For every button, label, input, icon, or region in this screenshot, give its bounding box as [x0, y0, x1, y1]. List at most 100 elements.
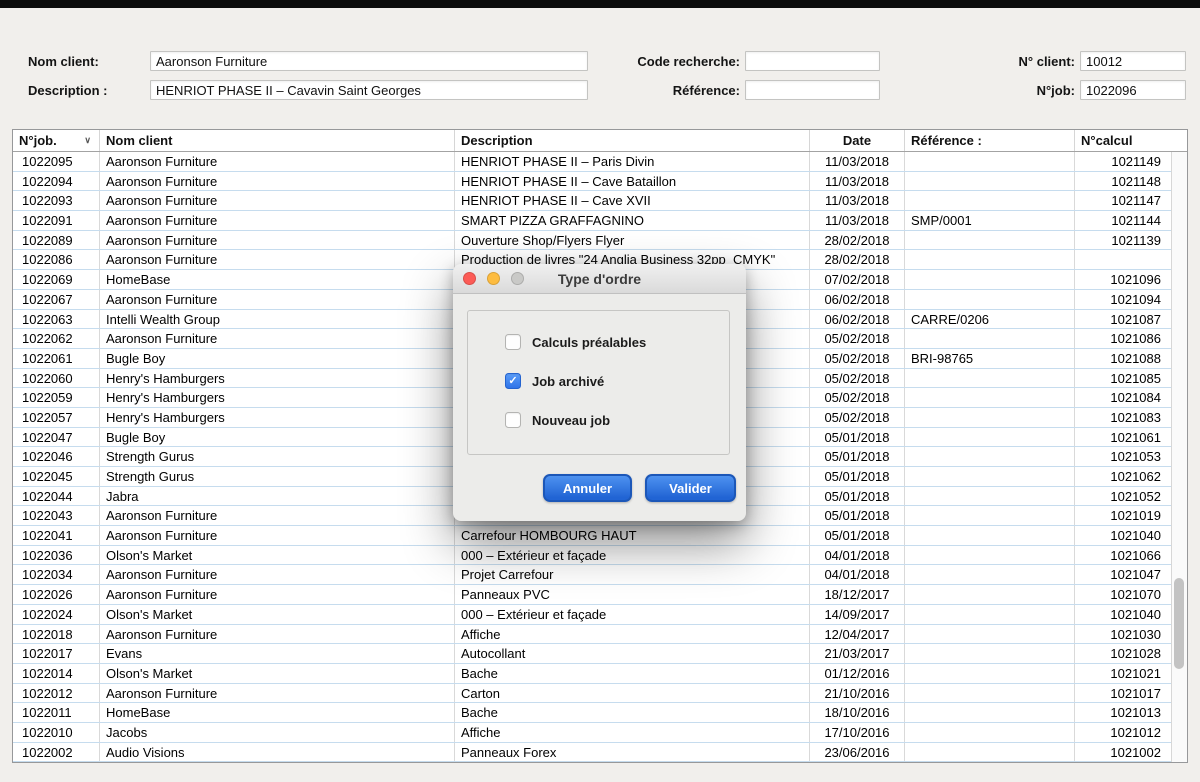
table-row[interactable]: 1022010JacobsAffiche17/10/20161021012 [13, 723, 1171, 743]
header-nom-client[interactable]: Nom client [100, 130, 455, 151]
reference-input[interactable] [745, 80, 880, 100]
header-description[interactable]: Description [455, 130, 810, 151]
header-calcul[interactable]: N°calcul [1075, 130, 1187, 151]
cell-description: 000 – Extérieur et façade [455, 605, 810, 624]
cell-client: HomeBase [100, 270, 455, 289]
cell-description: Ouverture Shop/Flyers Flyer [455, 231, 810, 250]
cell-date: 21/10/2016 [810, 684, 905, 703]
vertical-scrollbar[interactable] [1171, 152, 1187, 762]
table-row[interactable]: 1022089Aaronson FurnitureOuverture Shop/… [13, 231, 1171, 251]
cell-client: Aaronson Furniture [100, 231, 455, 250]
cell-calcul: 1021066 [1075, 546, 1171, 565]
table-row[interactable]: 1022024Olson's Market000 – Extérieur et … [13, 605, 1171, 625]
table-row[interactable]: 1022093Aaronson FurnitureHENRIOT PHASE I… [13, 191, 1171, 211]
cell-calcul: 1021088 [1075, 349, 1171, 368]
cell-reference: BRI-98765 [905, 349, 1075, 368]
cell-reference: CARRE/0206 [905, 310, 1075, 329]
cell-job: 1022062 [13, 329, 100, 348]
cell-calcul: 1021094 [1075, 290, 1171, 309]
cell-date: 05/02/2018 [810, 329, 905, 348]
cell-job: 1022045 [13, 467, 100, 486]
cell-job: 1022002 [13, 743, 100, 762]
cell-date: 07/02/2018 [810, 270, 905, 289]
type-ordre-dialog: Type d'ordre ✓ Calculs préalables ✓ Job … [453, 264, 746, 521]
table-row[interactable]: 1022018Aaronson FurnitureAffiche12/04/20… [13, 625, 1171, 645]
cell-client: Bugle Boy [100, 428, 455, 447]
table-row[interactable]: 1022091Aaronson FurnitureSMART PIZZA GRA… [13, 211, 1171, 231]
cell-calcul: 1021040 [1075, 605, 1171, 624]
cell-reference [905, 191, 1075, 210]
table-row[interactable]: 1022017EvansAutocollant21/03/20171021028 [13, 644, 1171, 664]
table-row[interactable]: 1022041Aaronson FurnitureCarrefour HOMBO… [13, 526, 1171, 546]
cell-date: 11/03/2018 [810, 191, 905, 210]
cell-date: 18/10/2016 [810, 703, 905, 722]
cell-client: Strength Gurus [100, 447, 455, 466]
cell-reference [905, 723, 1075, 742]
checkbox-icon[interactable]: ✓ [505, 334, 521, 350]
cell-calcul: 1021149 [1075, 152, 1171, 171]
checkbox-calculs-prealables[interactable]: ✓ Calculs préalables [505, 333, 646, 351]
cell-reference [905, 447, 1075, 466]
table-row[interactable]: 1022034Aaronson FurnitureProjet Carrefou… [13, 565, 1171, 585]
cell-client: Olson's Market [100, 546, 455, 565]
checkbox-checked-icon[interactable]: ✓ [505, 373, 521, 389]
cell-calcul: 1021040 [1075, 526, 1171, 545]
cell-reference [905, 172, 1075, 191]
cell-reference [905, 605, 1075, 624]
table-row[interactable]: 1022002Audio VisionsPanneaux Forex23/06/… [13, 743, 1171, 762]
chevron-down-icon[interactable]: ∨ [84, 130, 91, 151]
cell-reference [905, 388, 1075, 407]
cell-reference [905, 664, 1075, 683]
cell-client: Aaronson Furniture [100, 172, 455, 191]
code-recherche-input[interactable] [745, 51, 880, 71]
valider-button[interactable]: Valider [645, 474, 736, 502]
scrollbar-thumb[interactable] [1174, 578, 1184, 669]
nom-client-input[interactable] [150, 51, 588, 71]
table-row[interactable]: 1022095Aaronson FurnitureHENRIOT PHASE I… [13, 152, 1171, 172]
table-row[interactable]: 1022094Aaronson FurnitureHENRIOT PHASE I… [13, 172, 1171, 192]
checkbox-icon[interactable]: ✓ [505, 412, 521, 428]
n-client-input[interactable] [1080, 51, 1186, 71]
header-reference[interactable]: Référence : [905, 130, 1075, 151]
header-date[interactable]: Date [810, 130, 905, 151]
description-input[interactable] [150, 80, 588, 100]
cell-date: 18/12/2017 [810, 585, 905, 604]
cell-client: Aaronson Furniture [100, 526, 455, 545]
cell-calcul [1075, 250, 1171, 269]
cell-description: Panneaux PVC [455, 585, 810, 604]
reference-label: Référence: [600, 83, 740, 98]
cell-job: 1022095 [13, 152, 100, 171]
cell-client: Aaronson Furniture [100, 565, 455, 584]
table-row[interactable]: 1022014Olson's MarketBache01/12/20161021… [13, 664, 1171, 684]
n-job-input[interactable] [1080, 80, 1186, 100]
cell-job: 1022041 [13, 526, 100, 545]
table-row[interactable]: 1022012Aaronson FurnitureCarton21/10/201… [13, 684, 1171, 704]
cell-reference [905, 290, 1075, 309]
table-row[interactable]: 1022036Olson's Market000 – Extérieur et … [13, 546, 1171, 566]
checkbox-nouveau-job[interactable]: ✓ Nouveau job [505, 411, 610, 429]
cell-job: 1022012 [13, 684, 100, 703]
cell-date: 05/01/2018 [810, 428, 905, 447]
header-job[interactable]: ∨ N°job. [13, 130, 100, 151]
cell-calcul: 1021062 [1075, 467, 1171, 486]
cell-calcul: 1021030 [1075, 625, 1171, 644]
table-row[interactable]: 1022011HomeBaseBache18/10/20161021013 [13, 703, 1171, 723]
cell-calcul: 1021052 [1075, 487, 1171, 506]
cell-job: 1022014 [13, 664, 100, 683]
cell-client: Audio Visions [100, 743, 455, 762]
cell-date: 14/09/2017 [810, 605, 905, 624]
annuler-button[interactable]: Annuler [543, 474, 632, 502]
table-row[interactable]: 1022026Aaronson FurniturePanneaux PVC18/… [13, 585, 1171, 605]
cell-date: 04/01/2018 [810, 565, 905, 584]
cell-date: 05/02/2018 [810, 388, 905, 407]
cell-job: 1022086 [13, 250, 100, 269]
cell-client: Olson's Market [100, 664, 455, 683]
cell-description: HENRIOT PHASE II – Cave XVII [455, 191, 810, 210]
cell-reference [905, 703, 1075, 722]
cell-date: 04/01/2018 [810, 546, 905, 565]
cell-date: 05/02/2018 [810, 369, 905, 388]
checkbox-job-archive[interactable]: ✓ Job archivé [505, 372, 604, 390]
dialog-titlebar[interactable]: Type d'ordre [453, 264, 746, 294]
cell-description: HENRIOT PHASE II – Cave Bataillon [455, 172, 810, 191]
cell-reference [905, 625, 1075, 644]
